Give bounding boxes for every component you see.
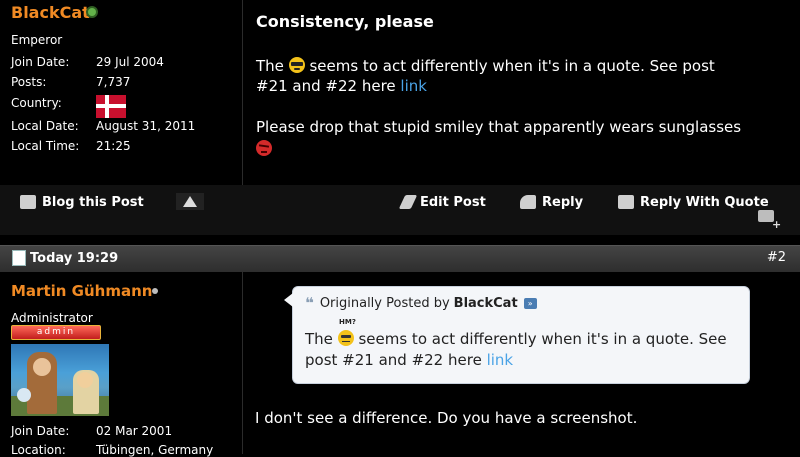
post2-date-text: Today 19:29 xyxy=(30,250,119,266)
post1-message-line2: #21 and #22 here link xyxy=(256,76,427,96)
reply-arrow-icon xyxy=(520,195,536,209)
post-link[interactable]: link xyxy=(400,77,427,95)
join-date-value: 29 Jul 2004 xyxy=(96,55,164,69)
quote-bubble-icon xyxy=(618,195,634,209)
local-date-value: August 31, 2011 xyxy=(96,119,196,133)
sunglasses-smiley-icon xyxy=(288,57,305,73)
post1-userinfo-panel xyxy=(0,0,243,185)
post1-user-title: Emperor xyxy=(11,33,63,47)
location-value: Tübingen, Germany xyxy=(96,443,214,457)
quote-header: ❝ Originally Posted by BlackCat » xyxy=(305,294,537,312)
post1-message-line3: Please drop that stupid smiley that appa… xyxy=(256,118,742,136)
message-text: The xyxy=(256,57,284,75)
post-document-icon xyxy=(12,250,26,266)
message-text: #21 and #22 here xyxy=(256,77,396,95)
admin-rank-badge: admin xyxy=(11,325,101,340)
post1-message-line1: The seems to act differently when it's i… xyxy=(256,56,715,76)
local-time-value: 21:25 xyxy=(96,139,131,153)
quote-author: BlackCat xyxy=(453,295,518,311)
hm-smiley-icon xyxy=(337,330,354,346)
quote-text: The seems to act differently when it's i… xyxy=(305,329,735,371)
reply-label: Reply xyxy=(542,194,584,210)
post2-header-bar xyxy=(0,245,800,272)
reply-quote-label: Reply With Quote xyxy=(640,194,769,210)
post1-username[interactable]: BlackCat xyxy=(11,3,90,22)
location-label: Location: xyxy=(11,443,66,457)
posts-label: Posts: xyxy=(11,75,47,89)
edit-label: Edit Post xyxy=(420,194,486,210)
view-post-icon[interactable]: » xyxy=(523,297,537,309)
quote-marks-icon: ❝ xyxy=(305,294,314,312)
post2-number-link[interactable]: #2 xyxy=(767,250,786,265)
edit-post-button[interactable]: Edit Post xyxy=(398,194,486,210)
local-date-label: Local Date: xyxy=(11,119,79,133)
denmark-flag-icon xyxy=(96,95,126,118)
post2-user-title: Administrator xyxy=(11,311,93,325)
join-date-value: 02 Mar 2001 xyxy=(96,424,173,438)
quote-link[interactable]: link xyxy=(487,351,514,369)
smiley-caption: HM? xyxy=(339,318,356,326)
quote-text-part: The xyxy=(305,330,333,348)
blog-this-post-button[interactable]: Blog this Post xyxy=(20,194,144,210)
post2-message: I don't see a difference. Do you have a … xyxy=(255,409,638,427)
angry-smiley-icon xyxy=(256,140,272,156)
local-time-label: Local Time: xyxy=(11,139,80,153)
join-date-label: Join Date: xyxy=(11,424,70,438)
posts-value[interactable]: 7,737 xyxy=(96,75,130,89)
report-post-button[interactable] xyxy=(176,193,204,210)
join-date-label: Join Date: xyxy=(11,55,70,69)
quote-text-part: post #21 and #22 here xyxy=(305,351,482,369)
post1-title: Consistency, please xyxy=(256,12,434,31)
warning-icon xyxy=(183,196,197,207)
quote-text-part: seems to act differently when it's in a … xyxy=(358,330,727,348)
online-status-icon xyxy=(88,8,96,16)
post2-username[interactable]: Martin Gühmann xyxy=(11,282,152,300)
post2-date: Today 19:29 xyxy=(12,250,118,266)
offline-status-icon xyxy=(152,288,158,294)
blog-label: Blog this Post xyxy=(42,194,144,210)
country-label: Country: xyxy=(11,96,62,110)
message-text: seems to act differently when it's in a … xyxy=(309,57,715,75)
quote-prefix: Originally Posted by xyxy=(319,295,450,311)
pencil-icon xyxy=(398,195,418,209)
reply-button[interactable]: Reply xyxy=(520,194,583,210)
quote-block: ❝ Originally Posted by BlackCat » HM? Th… xyxy=(284,286,750,384)
blog-icon xyxy=(20,195,36,209)
multi-quote-button[interactable]: + xyxy=(758,210,782,231)
reply-with-quote-button[interactable]: Reply With Quote xyxy=(618,194,769,210)
avatar[interactable] xyxy=(11,344,109,416)
post-action-bar xyxy=(0,185,800,235)
